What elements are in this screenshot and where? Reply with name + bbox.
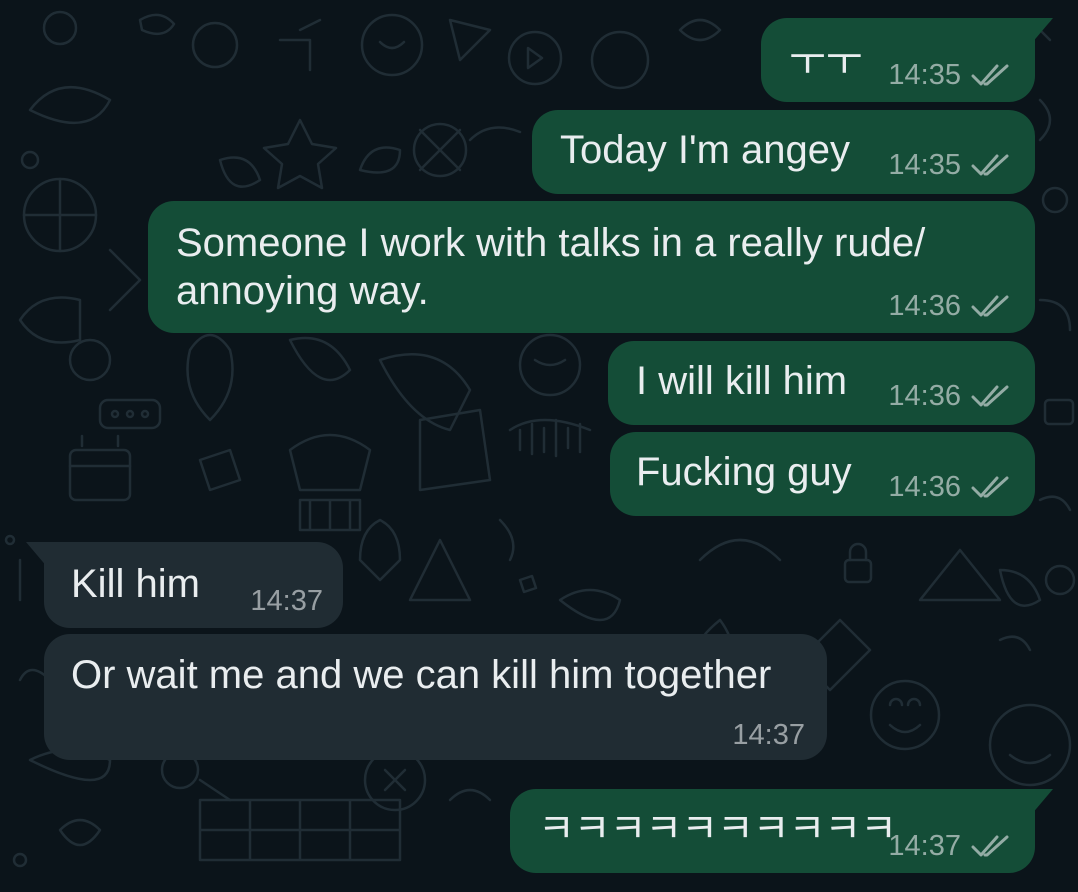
message-meta: 14:37	[732, 720, 805, 750]
message-text: ㅜㅜ	[789, 40, 863, 84]
message-list[interactable]: ㅜㅜ 14:35 Today I'm angey 14:35 Someone I…	[0, 0, 1078, 892]
bubble-tail	[1031, 18, 1053, 44]
bubble-tail	[1031, 789, 1053, 815]
message-meta: 14:37	[888, 831, 1011, 861]
message-text: I will kill him	[636, 359, 848, 403]
message-text: Fucking guy	[636, 450, 852, 494]
outgoing-message[interactable]: ㅋㅋㅋㅋㅋㅋㅋㅋㅋㅋ 14:37	[510, 789, 1053, 873]
incoming-message[interactable]: Kill him 14:37	[26, 542, 343, 628]
read-ticks-icon	[971, 154, 1009, 176]
outgoing-message[interactable]: Today I'm angey 14:35	[532, 110, 1035, 194]
message-text: ㅋㅋㅋㅋㅋㅋㅋㅋㅋㅋ	[538, 807, 897, 851]
read-ticks-icon	[971, 835, 1009, 857]
outgoing-message[interactable]: ㅜㅜ 14:35	[761, 18, 1053, 102]
incoming-message[interactable]: Or wait me and we can kill him together …	[44, 634, 827, 760]
outgoing-message[interactable]: Fucking guy 14:36	[610, 432, 1035, 516]
message-time: 14:36	[888, 471, 961, 503]
message-meta: 14:35	[888, 150, 1011, 180]
message-meta: 14:36	[888, 472, 1011, 502]
message-meta: 14:35	[888, 60, 1011, 90]
message-time: 14:36	[888, 380, 961, 412]
read-ticks-icon	[971, 295, 1009, 317]
message-text: Today I'm angey	[560, 128, 851, 172]
message-text: Or wait me and we can kill him together	[71, 653, 772, 697]
message-time: 14:35	[888, 149, 961, 181]
message-text-line-2: annoying way.	[176, 269, 429, 313]
bubble-tail	[26, 542, 48, 568]
message-meta: 14:36	[888, 291, 1011, 321]
message-time: 14:36	[888, 290, 961, 322]
read-ticks-icon	[971, 64, 1009, 86]
message-time: 14:37	[732, 719, 805, 751]
message-meta: 14:36	[888, 381, 1011, 411]
message-meta: 14:37	[250, 586, 323, 616]
message-time: 14:37	[250, 585, 323, 617]
read-ticks-icon	[971, 476, 1009, 498]
outgoing-message[interactable]: Someone I work with talks in a really ru…	[148, 201, 1035, 333]
read-ticks-icon	[971, 385, 1009, 407]
outgoing-message[interactable]: I will kill him 14:36	[608, 341, 1035, 425]
message-time: 14:35	[888, 59, 961, 91]
message-time: 14:37	[888, 830, 961, 862]
message-text: Kill him	[71, 562, 200, 606]
message-text: Someone I work with talks in a really ru…	[176, 221, 926, 265]
